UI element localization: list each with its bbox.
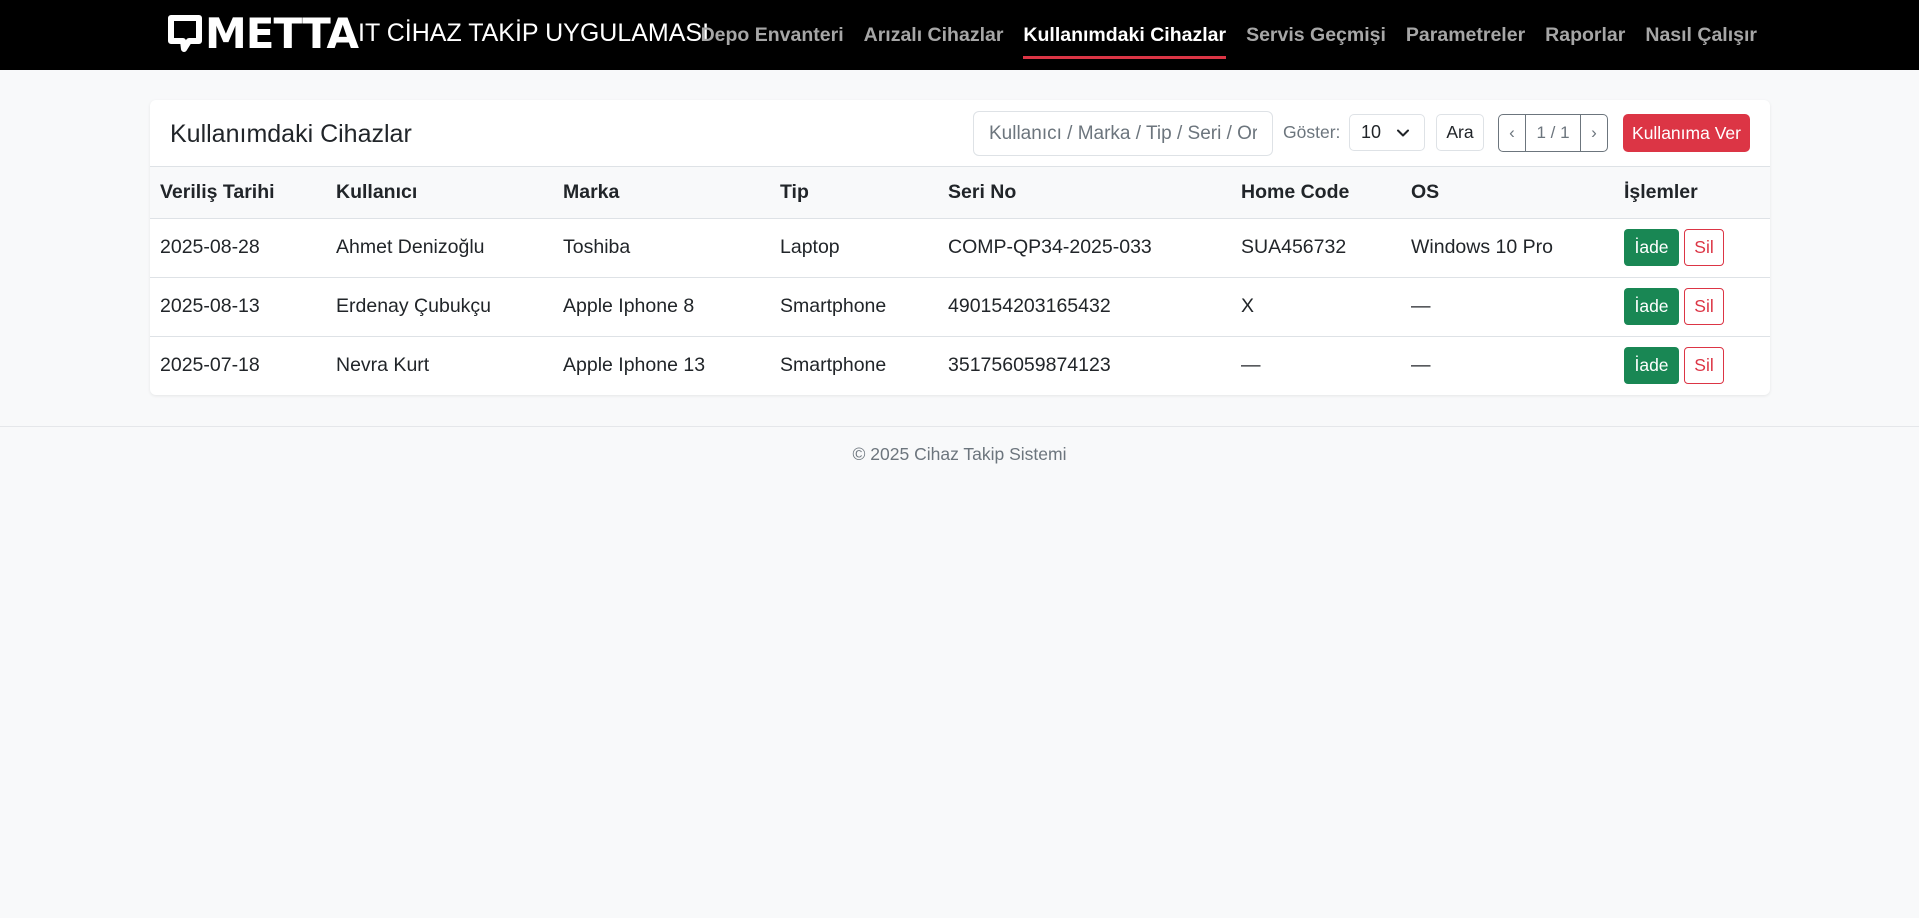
column-header[interactable]: Kullanıcı bbox=[326, 167, 553, 218]
top-navbar: METTA IT CİHAZ TAKİP UYGULAMASI Depo Env… bbox=[0, 0, 1919, 70]
cell-serial: COMP-QP34-2025-033 bbox=[948, 236, 1152, 258]
app-title: IT CİHAZ TAKİP UYGULAMASI bbox=[358, 19, 710, 47]
nav-link-raporlar[interactable]: Raporlar bbox=[1535, 0, 1635, 70]
delete-button[interactable]: Sil bbox=[1684, 347, 1724, 385]
return-button[interactable]: İade bbox=[1624, 347, 1679, 385]
nav-link-servis-gecmisi[interactable]: Servis Geçmişi bbox=[1236, 0, 1396, 70]
return-button[interactable]: İade bbox=[1624, 229, 1679, 266]
column-header[interactable]: Seri No bbox=[938, 167, 1231, 218]
cell-date: 2025-08-13 bbox=[160, 295, 260, 317]
devices-table: Veriliş Tarihi Kullanıcı Marka Tip Seri … bbox=[150, 167, 1770, 395]
cell-type: Smartphone bbox=[780, 295, 887, 317]
column-header[interactable]: Marka bbox=[553, 167, 770, 218]
cell-brand: Apple Iphone 8 bbox=[563, 295, 695, 317]
page-footer: © 2025 Cihaz Takip Sistemi bbox=[0, 426, 1919, 476]
table-row: 2025-08-28 Ahmet Denizoğlu Toshiba Lapto… bbox=[150, 218, 1770, 277]
devices-card: Kullanımdaki Cihazlar Göster: 10 Ara ‹ 1… bbox=[150, 100, 1770, 395]
cell-serial: 351756059874123 bbox=[948, 354, 1111, 377]
card-header: Kullanımdaki Cihazlar Göster: 10 Ara ‹ 1… bbox=[150, 100, 1770, 167]
nav-link-kullanimdaki-cihazlar[interactable]: Kullanımdaki Cihazlar bbox=[1013, 0, 1236, 70]
cell-actions: İade Sil bbox=[1614, 277, 1770, 336]
nav-link-parametreler[interactable]: Parametreler bbox=[1396, 0, 1535, 70]
prev-page-button[interactable]: ‹ bbox=[1499, 115, 1525, 151]
cell-user: Nevra Kurt bbox=[336, 354, 430, 377]
cell-actions: İade Sil bbox=[1614, 218, 1770, 277]
cell-date: 2025-08-28 bbox=[160, 236, 260, 258]
table-row: 2025-08-13 Erdenay Çubukçu Apple Iphone … bbox=[150, 277, 1770, 336]
main-nav: Depo Envanteri Arızalı Cihazlar Kullanım… bbox=[691, 0, 1767, 70]
footer-copyright: © 2025 Cihaz Takip Sistemi bbox=[852, 444, 1067, 464]
table-row: 2025-07-18 Nevra Kurt Apple Iphone 13 Sm… bbox=[150, 336, 1770, 395]
cell-brand: Apple Iphone 13 bbox=[563, 354, 706, 377]
delete-button[interactable]: Sil bbox=[1684, 229, 1724, 266]
return-button[interactable]: İade bbox=[1624, 288, 1679, 325]
cell-os: — bbox=[1411, 354, 1431, 377]
cell-date: 2025-07-18 bbox=[160, 354, 260, 377]
table-header-row: Veriliş Tarihi Kullanıcı Marka Tip Seri … bbox=[150, 167, 1770, 218]
cell-home-code: — bbox=[1241, 354, 1261, 377]
nav-link-depo-envanteri[interactable]: Depo Envanteri bbox=[691, 0, 854, 70]
cell-user: Erdenay Çubukçu bbox=[336, 295, 492, 317]
assign-device-button[interactable]: Kullanıma Ver bbox=[1623, 114, 1750, 152]
next-page-button[interactable]: › bbox=[1581, 115, 1607, 151]
cell-type: Smartphone bbox=[780, 354, 887, 377]
cell-serial: 490154203165432 bbox=[948, 295, 1111, 317]
page-info: 1 / 1 bbox=[1525, 115, 1581, 151]
column-header[interactable]: OS bbox=[1401, 167, 1614, 218]
cell-home-code: X bbox=[1241, 295, 1255, 317]
nav-link-arizali-cihazlar[interactable]: Arızalı Cihazlar bbox=[854, 0, 1014, 70]
page-size-label: Göster: bbox=[1283, 122, 1341, 142]
pagination: ‹ 1 / 1 › bbox=[1498, 114, 1608, 152]
column-header: İşlemler bbox=[1624, 180, 1698, 203]
page-title: Kullanımdaki Cihazlar bbox=[170, 120, 412, 148]
cell-os: — bbox=[1411, 295, 1431, 317]
metta-logo-icon bbox=[168, 15, 202, 52]
cell-os: Windows 10 Pro bbox=[1411, 236, 1553, 258]
chevron-down-icon bbox=[1397, 129, 1409, 137]
cell-home-code: SUA456732 bbox=[1241, 236, 1347, 258]
page-size-value: 10 bbox=[1361, 122, 1382, 142]
column-header[interactable]: Home Code bbox=[1231, 167, 1401, 218]
cell-user: Ahmet Denizoğlu bbox=[336, 236, 485, 258]
delete-button[interactable]: Sil bbox=[1684, 288, 1724, 325]
brand-logo[interactable]: METTA bbox=[167, 9, 359, 58]
column-header[interactable]: Veriliş Tarihi bbox=[150, 167, 326, 218]
column-header[interactable]: Tip bbox=[770, 167, 938, 218]
cell-actions: İade Sil bbox=[1614, 336, 1770, 395]
page-size-select[interactable]: 10 bbox=[1349, 114, 1425, 151]
cell-type: Laptop bbox=[780, 236, 840, 258]
search-input[interactable] bbox=[973, 111, 1273, 156]
search-button[interactable]: Ara bbox=[1436, 114, 1484, 151]
nav-link-nasil-calisir[interactable]: Nasıl Çalışır bbox=[1635, 0, 1767, 70]
cell-brand: Toshiba bbox=[563, 236, 631, 258]
logo-text: METTA bbox=[205, 9, 359, 58]
